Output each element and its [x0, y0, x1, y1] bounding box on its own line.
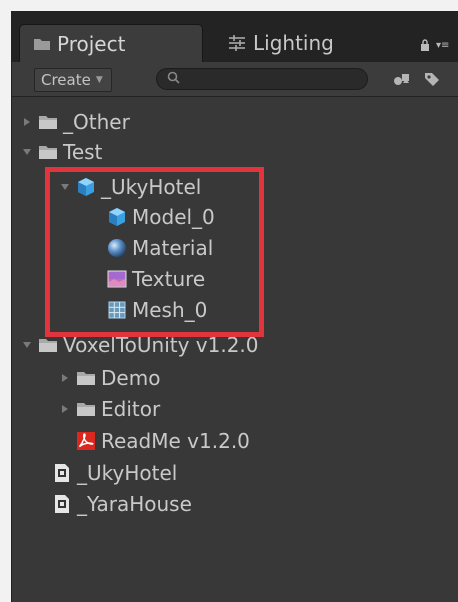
- tree-item-editor[interactable]: Editor: [58, 394, 160, 424]
- tree-item-label: _UkyHotel: [77, 461, 178, 485]
- tab-project[interactable]: Project: [19, 24, 203, 62]
- expand-arrow-icon[interactable]: [58, 404, 72, 414]
- folder-icon: [76, 368, 96, 388]
- mesh-grid-icon: [107, 300, 127, 320]
- folder-icon: [38, 142, 58, 162]
- document-icon: [52, 463, 72, 483]
- collapse-arrow-icon[interactable]: [58, 183, 72, 191]
- create-button-label: Create: [41, 71, 91, 89]
- lock-icon[interactable]: [420, 36, 430, 55]
- tree-item-label: Material: [132, 236, 214, 260]
- create-button[interactable]: Create ▼: [34, 68, 112, 92]
- tree-item-label: _Other: [63, 110, 130, 134]
- tree-item-label: _YaraHouse: [77, 492, 192, 516]
- filter-by-type-icon[interactable]: [389, 68, 415, 90]
- tree-item-test[interactable]: Test: [20, 137, 102, 167]
- folder-icon: [38, 112, 58, 132]
- tree-item-readme[interactable]: ReadMe v1.2.0: [76, 426, 250, 456]
- collapse-arrow-icon[interactable]: [20, 341, 34, 349]
- tree-item-mesh[interactable]: Mesh_0: [107, 295, 207, 325]
- tree-item-label: Editor: [101, 397, 161, 421]
- tree-item-label: Texture: [132, 267, 206, 291]
- tab-lighting-label: Lighting: [253, 31, 334, 55]
- tree-item-other[interactable]: _Other: [20, 107, 130, 137]
- model-cube-icon: [107, 207, 127, 227]
- folder-icon: [33, 37, 51, 51]
- collapse-arrow-icon[interactable]: [20, 148, 34, 156]
- document-icon: [52, 494, 72, 514]
- tree-item-label: Demo: [101, 366, 161, 390]
- tree-item-material[interactable]: Material: [107, 233, 213, 263]
- toolbar: Create ▼: [12, 62, 458, 97]
- project-panel: Project Lighting ▾≡ Create ▼ _Other Test…: [11, 11, 458, 602]
- tree-item-demo[interactable]: Demo: [58, 363, 160, 393]
- tree-item-label: _UkyHotel: [101, 175, 202, 199]
- tree-item-ukyhotel-asset[interactable]: _UkyHotel: [52, 458, 177, 488]
- folder-icon: [38, 335, 58, 355]
- tab-project-label: Project: [57, 31, 126, 56]
- tree-item-label: Test: [63, 140, 103, 164]
- pdf-icon: [76, 431, 96, 451]
- tree-item-ukyhotel-prefab[interactable]: _UkyHotel: [58, 172, 201, 202]
- menu-icon[interactable]: ▾≡: [436, 40, 449, 51]
- texture-image-icon: [107, 269, 127, 289]
- tab-lighting[interactable]: Lighting: [227, 24, 407, 62]
- search-icon: [167, 71, 180, 88]
- search-input[interactable]: [156, 68, 368, 90]
- expand-arrow-icon[interactable]: [58, 373, 72, 383]
- tab-bar: Project Lighting ▾≡: [12, 12, 458, 62]
- tree-item-label: VoxelToUnity v1.2.0: [63, 333, 259, 357]
- tree-item-label: ReadMe v1.2.0: [101, 429, 250, 453]
- sliders-icon: [227, 34, 247, 52]
- material-sphere-icon: [107, 238, 127, 258]
- tree-item-voxeltounity[interactable]: VoxelToUnity v1.2.0: [20, 330, 259, 360]
- prefab-cube-icon: [76, 177, 96, 197]
- expand-arrow-icon[interactable]: [20, 117, 34, 127]
- chevron-down-icon: ▼: [95, 75, 103, 85]
- folder-icon: [76, 399, 96, 419]
- tree-item-label: Model_0: [132, 205, 215, 229]
- tree-item-model[interactable]: Model_0: [107, 202, 215, 232]
- filter-by-label-icon[interactable]: [419, 68, 445, 90]
- tab-controls: ▾≡: [420, 36, 449, 55]
- tree-item-yarahouse-asset[interactable]: _YaraHouse: [52, 489, 192, 519]
- tree-item-label: Mesh_0: [132, 298, 208, 322]
- tree-item-texture[interactable]: Texture: [107, 264, 205, 294]
